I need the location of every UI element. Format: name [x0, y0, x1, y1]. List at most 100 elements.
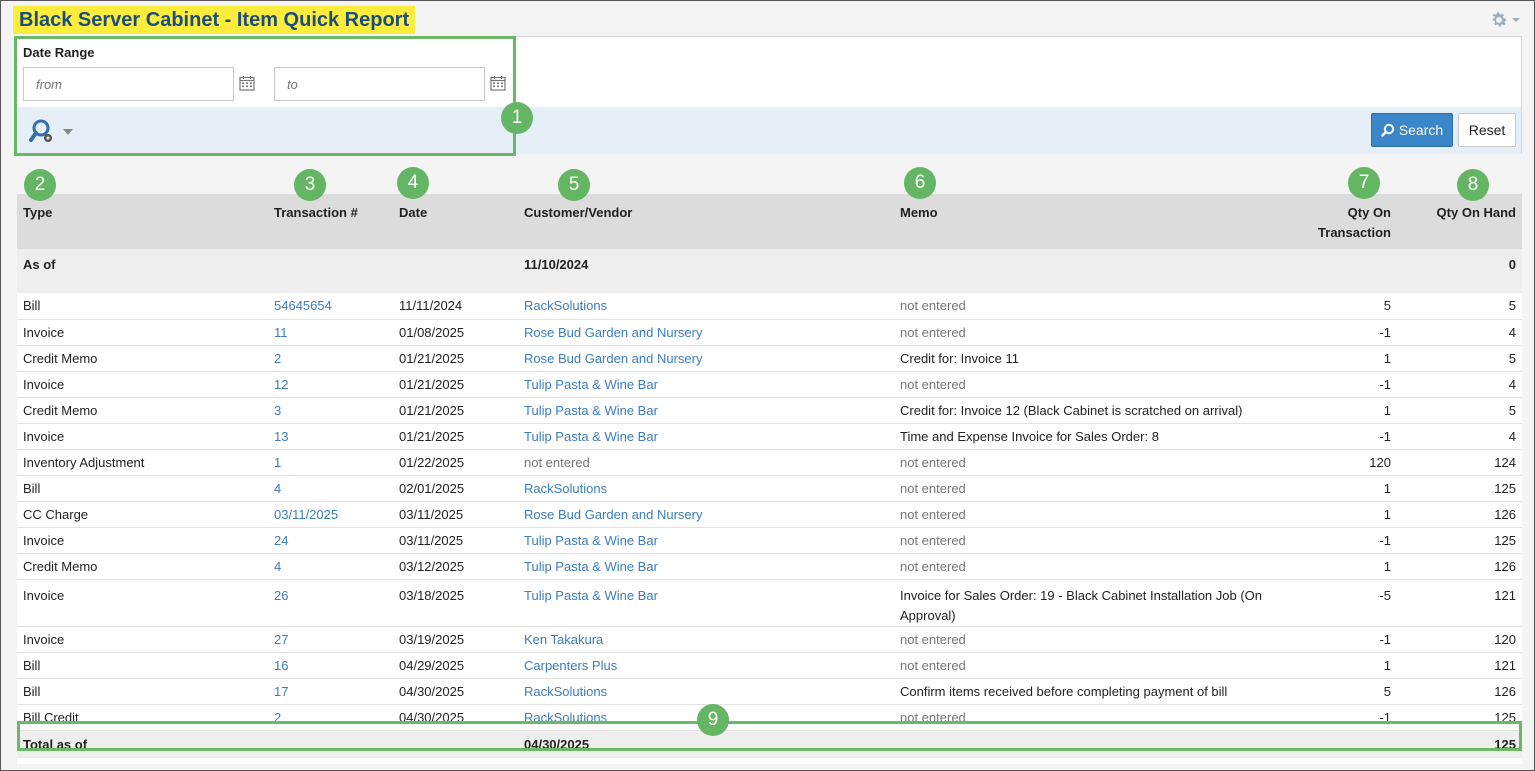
- cell-qty-on-hand: 5: [1508, 298, 1516, 314]
- cell-customer-vendor-link[interactable]: Tulip Pasta & Wine Bar: [524, 533, 658, 548]
- table-row: Invoice 13 01/21/2025 Tulip Pasta & Wine Ba…: [17, 423, 1522, 450]
- total-row: Total as of 04/30/2025 125: [17, 730, 1522, 758]
- cell-type: Invoice: [23, 324, 65, 340]
- cell-customer-vendor-link[interactable]: Tulip Pasta & Wine Bar: [524, 403, 658, 418]
- callout-badge: 8: [1457, 169, 1489, 201]
- cell-customer-vendor: not entered: [524, 454, 590, 470]
- table-row: Bill 17 04/30/2025 RackSolutions Confirm ite…: [17, 678, 1522, 705]
- cell-qty-on-hand: 126: [1494, 683, 1516, 699]
- settings-menu[interactable]: [1489, 10, 1520, 30]
- as-of-qty-on-hand: 0: [1397, 249, 1522, 293]
- cell-memo: not entered: [900, 454, 966, 470]
- cell-date: 04/30/2025: [399, 709, 465, 725]
- callout-badge: 3: [294, 169, 326, 201]
- cell-memo: not entered: [900, 480, 966, 496]
- cell-customer-vendor-link[interactable]: Tulip Pasta & Wine Bar: [524, 377, 658, 392]
- cell-transaction-link[interactable]: 24: [274, 533, 288, 548]
- table-row: Invoice 26 03/18/2025 Tulip Pasta & Wine Ba…: [17, 579, 1522, 627]
- total-label: Total as of: [17, 730, 268, 758]
- cell-memo: Credit for: Invoice 12 (Black Cabinet is…: [900, 402, 1243, 418]
- cell-transaction-link[interactable]: 12: [274, 377, 288, 392]
- cell-qty-on-hand: 124: [1494, 454, 1516, 470]
- callout-badge: 9: [697, 704, 729, 736]
- report-frame: Black Server Cabinet - Item Quick Report…: [0, 0, 1535, 771]
- total-qty-on-hand: 125: [1397, 730, 1522, 758]
- cell-transaction-link[interactable]: 2: [274, 710, 281, 725]
- col-header-qty-on-transaction[interactable]: Qty On Transaction: [1281, 194, 1397, 249]
- caret-down-icon: [63, 129, 73, 135]
- cell-qty-on-transaction: -1: [1379, 376, 1391, 392]
- cell-customer-vendor-link[interactable]: Rose Bud Garden and Nursery: [524, 325, 702, 340]
- cell-qty-on-transaction: -1: [1379, 324, 1391, 340]
- cell-transaction-link[interactable]: 3: [274, 403, 281, 418]
- cell-customer-vendor-link[interactable]: Tulip Pasta & Wine Bar: [524, 429, 658, 444]
- cell-memo: not entered: [900, 506, 966, 522]
- cell-type: Invoice: [23, 428, 65, 444]
- filter-panel: [14, 36, 1522, 154]
- col-header-transaction[interactable]: Transaction #: [268, 194, 393, 249]
- cell-qty-on-transaction: 5: [1383, 298, 1391, 314]
- cell-qty-on-hand: 121: [1494, 587, 1516, 603]
- cell-transaction-link[interactable]: 16: [274, 658, 288, 673]
- date-from-input[interactable]: [23, 67, 234, 101]
- cell-qty-on-transaction: 120: [1369, 454, 1391, 470]
- callout-badge: 6: [904, 167, 936, 199]
- cell-transaction-link[interactable]: 03/11/2025: [274, 507, 338, 522]
- col-header-date[interactable]: Date: [393, 194, 518, 249]
- col-header-memo[interactable]: Memo: [894, 194, 1281, 249]
- reset-button[interactable]: Reset: [1458, 113, 1516, 147]
- cell-qty-on-transaction: -1: [1379, 532, 1391, 548]
- cell-date: 03/11/2025: [399, 506, 464, 522]
- cell-date: 01/21/2025: [399, 402, 465, 418]
- cell-transaction-link[interactable]: 4: [274, 481, 281, 496]
- table-row: Invoice 27 03/19/2025 Ken Takakura not enter…: [17, 626, 1522, 653]
- col-header-type[interactable]: Type: [17, 194, 268, 249]
- cell-transaction-link[interactable]: 13: [274, 429, 288, 444]
- date-to-input[interactable]: [274, 67, 485, 101]
- magnifier-icon: [1381, 123, 1395, 137]
- cell-memo: not entered: [900, 376, 966, 392]
- cell-qty-on-transaction: -1: [1379, 631, 1391, 647]
- cell-transaction-link[interactable]: 27: [274, 632, 288, 647]
- cell-type: Bill: [23, 298, 41, 314]
- cell-qty-on-transaction: 1: [1383, 506, 1391, 522]
- cell-customer-vendor-link[interactable]: Rose Bud Garden and Nursery: [524, 351, 702, 366]
- col-header-customer-vendor[interactable]: Customer/Vendor: [518, 194, 894, 249]
- cell-customer-vendor-link[interactable]: RackSolutions: [524, 684, 607, 699]
- cell-type: Credit Memo: [23, 402, 98, 418]
- cell-customer-vendor-link[interactable]: RackSolutions: [524, 481, 607, 496]
- cell-date: 11/11/2024: [399, 298, 463, 314]
- calendar-icon[interactable]: [490, 75, 506, 91]
- callout-badge: 2: [24, 169, 56, 201]
- col-header-qty-on-hand[interactable]: Qty On Hand: [1397, 194, 1522, 249]
- cell-qty-on-transaction: -5: [1379, 587, 1391, 603]
- table-row: Invoice 24 03/11/2025 Tulip Pasta & Wine Ba…: [17, 527, 1522, 554]
- cell-customer-vendor-link[interactable]: RackSolutions: [524, 710, 607, 725]
- cell-customer-vendor-link[interactable]: Rose Bud Garden and Nursery: [524, 507, 702, 522]
- calendar-icon[interactable]: [239, 75, 255, 91]
- cell-memo: Confirm items received before completing…: [900, 683, 1228, 699]
- cell-date: 03/12/2025: [399, 558, 465, 574]
- cell-date: 03/19/2025: [399, 631, 465, 647]
- cell-qty-on-transaction: 1: [1383, 558, 1391, 574]
- cell-transaction-link[interactable]: 11: [274, 325, 288, 340]
- cell-customer-vendor-link[interactable]: RackSolutions: [524, 298, 607, 313]
- cell-transaction-link[interactable]: 1: [274, 455, 281, 470]
- cell-customer-vendor-link[interactable]: Ken Takakura: [524, 632, 603, 647]
- cell-customer-vendor-link[interactable]: Carpenters Plus: [524, 658, 617, 673]
- cell-type: Invoice: [23, 631, 65, 647]
- search-button[interactable]: Search: [1371, 113, 1453, 147]
- cell-customer-vendor-link[interactable]: Tulip Pasta & Wine Bar: [524, 559, 658, 574]
- cell-transaction-link[interactable]: 4: [274, 559, 281, 574]
- cell-transaction-link[interactable]: 2: [274, 351, 281, 366]
- table-row: Credit Memo 3 01/21/2025 Tulip Pasta & Wine…: [17, 397, 1522, 424]
- cell-date: 04/30/2025: [399, 683, 465, 699]
- cell-transaction-link[interactable]: 26: [274, 588, 288, 603]
- cell-transaction-link[interactable]: 17: [274, 684, 288, 699]
- cell-customer-vendor-link[interactable]: Tulip Pasta & Wine Bar: [524, 588, 658, 603]
- search-settings-icon: [29, 119, 52, 142]
- callout-badge: 7: [1348, 167, 1380, 199]
- cell-memo: not entered: [900, 324, 966, 340]
- cell-transaction-link[interactable]: 54645654: [274, 298, 332, 313]
- advanced-search-toggle[interactable]: [29, 118, 73, 146]
